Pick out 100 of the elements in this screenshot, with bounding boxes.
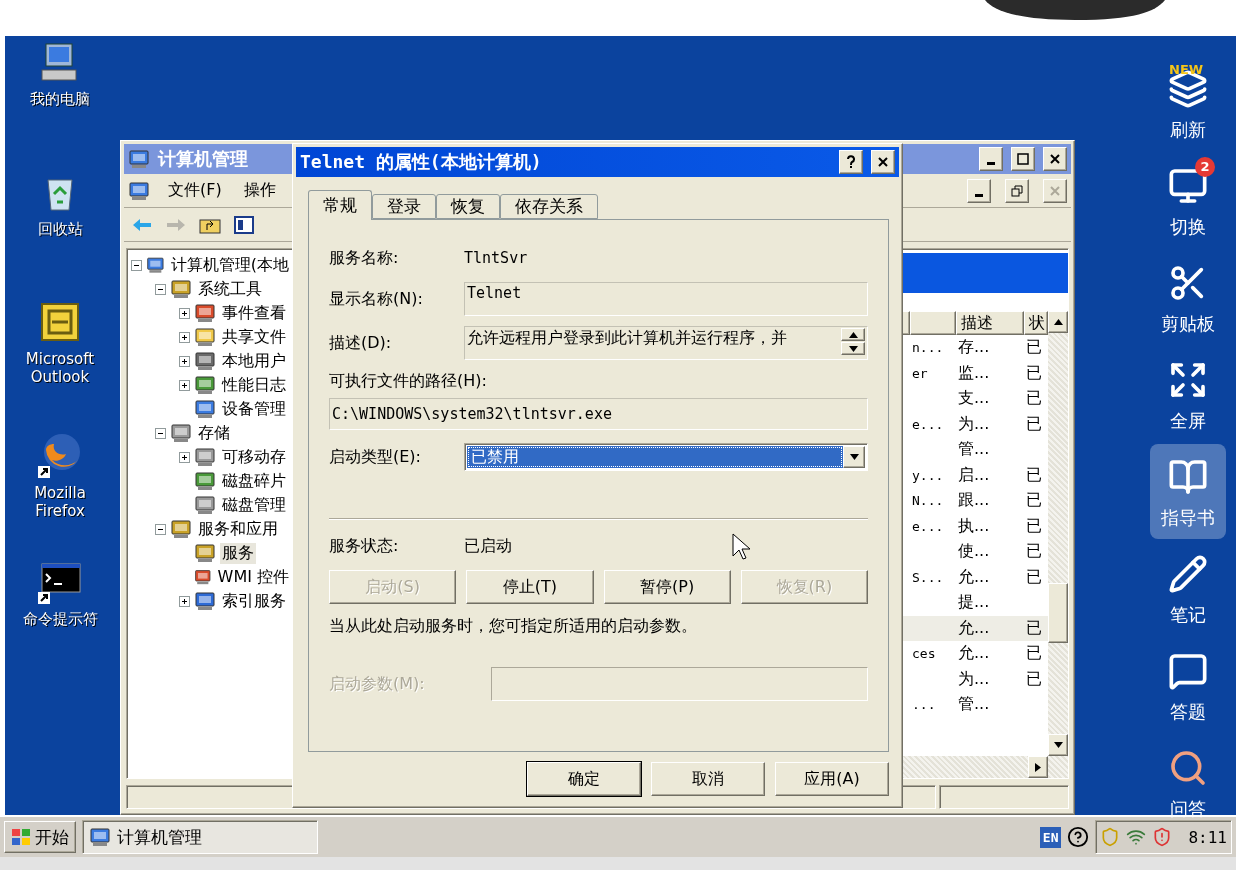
dropdown-button[interactable] [843, 446, 865, 468]
right-triangle-icon [1035, 762, 1041, 772]
tree-item[interactable]: 磁盘管理 [220, 494, 288, 516]
table-cell-text: 已 [1025, 616, 1043, 639]
scroll-up-button[interactable] [1048, 311, 1068, 333]
service-button[interactable]: 停止(T) [466, 570, 594, 604]
tree-item[interactable]: 索引服务 [220, 590, 288, 612]
window-title: 计算机管理 [158, 147, 248, 171]
column-header[interactable]: 描述 [956, 311, 1024, 335]
sidebar-item[interactable]: NEW 刷新 [1150, 56, 1226, 151]
dialog-button[interactable]: 取消 [651, 762, 765, 796]
table-cell-text: 管... [957, 438, 991, 461]
table-cell-text: e... [911, 415, 945, 434]
help-icon[interactable] [1067, 826, 1090, 848]
tree-item[interactable]: 服务和应用 [196, 518, 280, 540]
vertical-scrollbar[interactable] [1048, 311, 1068, 756]
tree-item[interactable]: 性能日志 [220, 374, 288, 396]
plus-box-icon[interactable] [179, 451, 190, 463]
column-header[interactable] [910, 311, 956, 335]
desktop-icon-label[interactable]: Microsoft Outlook [25, 350, 95, 386]
dialog-button[interactable]: 应用(A) [775, 762, 889, 796]
scroll-right-button[interactable] [1028, 756, 1048, 778]
sidebar-item[interactable]: 剪贴板 [1150, 250, 1226, 345]
desktop-icon-label[interactable]: 命令提示符 [22, 610, 98, 628]
spin-up-button[interactable] [841, 328, 865, 341]
plus-box-icon[interactable] [179, 595, 190, 607]
close-button[interactable] [1043, 147, 1067, 171]
field-label: 启动参数(M): [329, 673, 426, 695]
plus-box-icon[interactable] [179, 307, 190, 319]
sidebar-item[interactable]: 指导书 [1150, 444, 1226, 539]
shield-icon[interactable] [1152, 827, 1173, 847]
table-cell-text: 已 [1025, 540, 1043, 563]
minus-box-icon[interactable] [155, 523, 166, 535]
tree-item[interactable]: 可移动存 [220, 446, 288, 468]
taskbar-button[interactable]: 计算机管理 [82, 820, 318, 854]
tab[interactable]: 常规 [308, 190, 372, 220]
restore-icon [1011, 184, 1023, 197]
plus-box-icon[interactable] [179, 355, 190, 367]
minus-box-icon[interactable] [155, 283, 166, 295]
field-label: 可执行文件的路径(H): [329, 370, 487, 392]
sidebar-item[interactable]: 笔记 [1150, 541, 1226, 636]
table-cell-text: ... [911, 696, 937, 715]
tree-item[interactable]: 存储 [196, 422, 232, 444]
dialog-button[interactable]: 确定 [527, 762, 641, 796]
minimize-button[interactable] [967, 178, 991, 203]
sidebar-item[interactable]: 2 切换 [1150, 153, 1226, 248]
tree-item[interactable]: 本地用户 [220, 350, 288, 372]
column-header[interactable]: 状 [1024, 311, 1048, 335]
maximize-button[interactable] [1011, 147, 1035, 171]
startup-type-dropdown[interactable]: 已禁用 [464, 443, 868, 471]
field-value: TlntSvr [464, 249, 529, 267]
close-icon [1050, 185, 1060, 196]
minimize-icon [987, 162, 995, 165]
table-cell-text: 允... [957, 565, 991, 588]
table-cell-text: N... [911, 492, 945, 511]
tree-item[interactable]: 系统工具 [196, 278, 264, 300]
spin-down-button[interactable] [841, 342, 865, 355]
tree-item[interactable]: 计算机管理(本地 [168, 254, 291, 276]
service-button[interactable]: 暂停(P) [603, 570, 731, 604]
tab[interactable]: 依存关系 [500, 194, 598, 219]
help-button[interactable] [839, 150, 863, 174]
start-button[interactable]: 开始 [4, 821, 76, 853]
tree-item[interactable]: 共享文件 [220, 326, 288, 348]
tab[interactable]: 恢复 [436, 194, 500, 219]
minus-box-icon[interactable] [155, 427, 166, 439]
sidebar-item[interactable]: 全屏 [1150, 347, 1226, 442]
scroll-thumb[interactable] [1048, 583, 1068, 643]
plus-box-icon[interactable] [179, 379, 190, 391]
desktop-icon-label[interactable]: Mozilla Firefox [34, 484, 86, 520]
menu-item[interactable]: 操作 [239, 178, 280, 203]
path-field[interactable]: C:\WINDOWS\system32\tlntsvr.exe [329, 398, 868, 430]
description-field[interactable]: 允许远程用户登录到此计算机并运行程序，并 [464, 326, 868, 360]
table-cell-text: 已 [1025, 565, 1043, 588]
computer-icon [89, 827, 111, 847]
minimize-button[interactable] [979, 147, 1003, 171]
tree-item[interactable]: WMI 控件 [215, 566, 291, 588]
menu-item[interactable]: 文件(F) [164, 178, 226, 203]
sidebar-item[interactable]: 答题 [1150, 638, 1226, 733]
desktop-icon-label[interactable]: 我的电脑 [30, 90, 90, 108]
field-label: 启动类型(E): [329, 446, 422, 468]
display-name-field[interactable]: Telnet [464, 282, 868, 316]
close-button[interactable] [871, 150, 895, 174]
language-indicator[interactable]: EN [1039, 826, 1062, 848]
plus-box-icon[interactable] [179, 331, 190, 343]
restore-button[interactable] [1005, 178, 1029, 203]
table-cell-text: e... [911, 517, 945, 536]
computer-icon [128, 149, 150, 169]
pencil-icon [1168, 553, 1208, 594]
network-icon[interactable] [1126, 827, 1147, 847]
panel-icon [234, 215, 254, 234]
tree-item[interactable]: 事件查看 [220, 302, 288, 324]
tree-item[interactable]: 设备管理 [220, 398, 288, 420]
scroll-down-button[interactable] [1048, 734, 1068, 756]
minus-box-icon[interactable] [131, 259, 142, 271]
table-cell-text: 允... [957, 616, 991, 639]
tab[interactable]: 登录 [372, 194, 436, 219]
desktop-icon-label[interactable]: 回收站 [37, 220, 83, 238]
mail-app-icon [38, 300, 82, 344]
tree-item[interactable]: 服务 [220, 542, 256, 564]
tree-item[interactable]: 磁盘碎片 [220, 470, 288, 492]
